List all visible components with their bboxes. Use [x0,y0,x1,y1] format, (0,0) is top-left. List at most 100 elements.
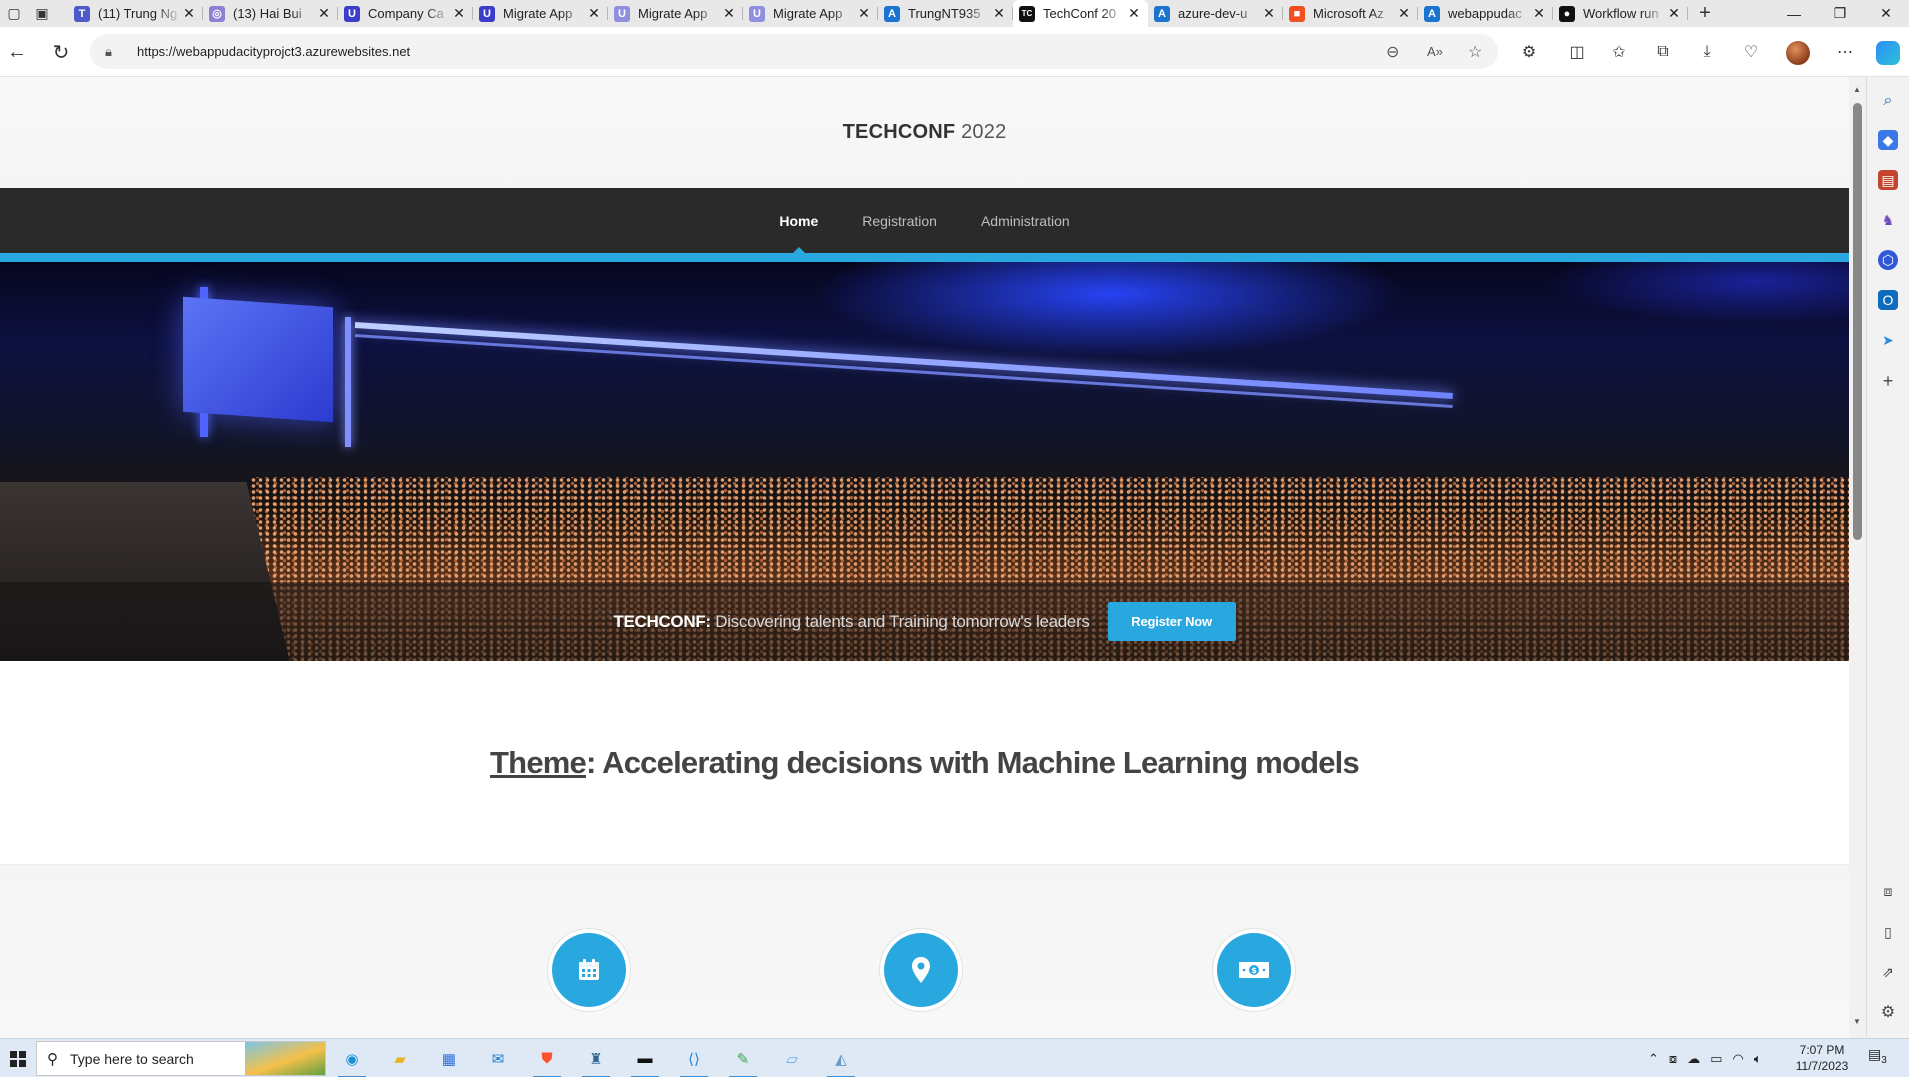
notepad-plus-icon[interactable]: ✎ [723,1043,763,1077]
close-tab-icon[interactable]: ✕ [1666,5,1682,22]
nav-link-administration[interactable]: Administration [959,188,1092,253]
site-logo[interactable]: TECHCONF 2022 [843,121,1007,144]
terminal-icon[interactable]: ▬ [625,1043,665,1077]
browser-tab-title: azure-dev-u [1178,6,1248,21]
address-bar[interactable]: 🔒︎ https://webappudacityprojct3.azureweb… [90,34,1498,69]
microsoft-365-icon[interactable]: ⬡ [1878,250,1898,270]
taskbar-search-box[interactable]: ⚲ Type here to search [36,1041,326,1076]
page-scrollbar[interactable]: ▲ ▼ [1849,77,1866,1038]
hide-sidebar-icon[interactable]: ▯ [1878,922,1898,942]
tab-actions-icon[interactable]: ▣ [28,0,56,27]
favorites-icon[interactable]: ✩ [1608,41,1630,63]
shopping-icon[interactable]: ◆ [1878,130,1898,150]
register-now-button[interactable]: Register Now [1107,602,1236,641]
browser-tab[interactable]: TC TechConf 20 ✕ [1013,0,1148,27]
more-menu-icon[interactable]: ⋯ [1834,41,1856,63]
battery-icon[interactable]: ▭ [1710,1051,1722,1067]
collections-icon[interactable]: ⧉ [1652,41,1674,63]
nav-link-registration[interactable]: Registration [840,188,959,253]
hero-tagline-brand: TECHCONF: [613,611,711,631]
external-link-icon[interactable]: ⇗ [1878,962,1898,982]
browser-tab[interactable]: T (11) Trung Ng ✕ [68,0,203,27]
url-text[interactable]: https://webappudacityprojct3.azurewebsit… [137,44,410,59]
zoom-out-icon[interactable]: ⊖ [1386,42,1399,62]
lock-icon[interactable]: 🔒︎ [105,44,121,60]
browser-tab[interactable]: ■ Microsoft Az ✕ [1283,0,1418,27]
nav-link-home[interactable]: Home [757,188,840,253]
split-screen-icon[interactable]: ◫ [1566,41,1588,63]
browser-tab[interactable]: ● Workflow run ✕ [1553,0,1688,27]
sidebar-settings-icon[interactable]: ⚙ [1878,1002,1898,1022]
minimize-button[interactable]: — [1771,0,1817,27]
close-tab-icon[interactable]: ✕ [1396,5,1412,22]
search-icon[interactable]: ⌕ [1878,91,1898,111]
drop-icon[interactable]: ➤ [1878,330,1898,350]
close-tab-icon[interactable]: ✕ [316,5,332,22]
file-explorer-icon[interactable]: ▰ [380,1043,420,1074]
browser-tab[interactable]: ◎ (13) Hai Bui ✕ [203,0,338,27]
new-tab-button[interactable]: + [1688,2,1722,25]
games-icon[interactable]: ♞ [1878,210,1898,230]
nav-accent-bar [0,253,1849,262]
taskbar-clock[interactable]: 7:07 PM 11/7/2023 [1790,1042,1854,1074]
vscode-icon[interactable]: ⟨⟩ [674,1043,714,1077]
read-aloud-icon[interactable]: A» [1427,44,1443,59]
profile-avatar[interactable] [1786,41,1810,65]
close-tab-icon[interactable]: ✕ [1531,5,1547,22]
add-sidebar-app-icon[interactable]: + [1878,371,1898,391]
workspaces-icon[interactable]: ▢ [0,0,28,27]
screenshot-icon[interactable]: ⧈ [1878,881,1898,901]
tools-icon[interactable]: ▤ [1878,170,1898,190]
browser-tab[interactable]: U Migrate App ✕ [608,0,743,27]
hero-light-beam [354,322,1453,399]
browser-tab[interactable]: Awebappudac ✕ [1418,0,1553,27]
refresh-icon[interactable]: ↻ [49,40,73,64]
app-icon[interactable]: ▱ [772,1043,812,1074]
favorite-star-icon[interactable]: ☆ [1468,42,1482,62]
scroll-up-arrow-icon[interactable]: ▲ [1853,85,1861,94]
browser-tab[interactable]: Aazure-dev-u ✕ [1148,0,1283,27]
notification-center-icon[interactable]: ▤3 [1868,1046,1896,1070]
browser-tab[interactable]: U Migrate App ✕ [743,0,878,27]
postgres-icon[interactable]: ♜ [576,1043,616,1077]
outlook-icon[interactable]: O [1878,290,1898,310]
logo-brand[interactable]: TECHCONF [843,121,956,143]
wifi-icon[interactable]: ◠ [1732,1051,1743,1067]
downloads-icon[interactable]: ⤓ [1696,41,1718,63]
browser-tab[interactable]: A TrungNT935 ✕ [878,0,1013,27]
browser-tab-title: Company Ca [368,6,444,21]
onedrive-icon[interactable]: ☁ [1687,1051,1700,1067]
browser-tab[interactable]: U Migrate App ✕ [473,0,608,27]
browser-essentials-icon[interactable]: ♡ [1740,41,1762,63]
calendar-feature-circle [552,933,626,1007]
close-tab-icon[interactable]: ✕ [721,5,737,22]
close-tab-icon[interactable]: ✕ [1261,5,1277,22]
tabs-container: T (11) Trung Ng ✕ ◎ (13) Hai Bui ✕ U Company Ca… [68,0,1688,27]
close-tab-icon[interactable]: ✕ [586,5,602,22]
restore-button[interactable]: ❐ [1817,0,1863,27]
scroll-down-arrow-icon[interactable]: ▼ [1853,1017,1861,1026]
tray-overflow-chevron-icon[interactable]: ⌃ [1648,1051,1659,1067]
close-tab-icon[interactable]: ✕ [856,5,872,22]
close-tab-icon[interactable]: ✕ [181,5,197,22]
volume-icon[interactable]: 🔈︎ [1754,1051,1762,1067]
store-icon[interactable]: ▦ [429,1043,469,1074]
azure-icon: A [1154,5,1170,22]
copilot-icon[interactable] [1876,41,1900,65]
tray-app-icon[interactable]: ⧇ [1669,1051,1677,1067]
close-tab-icon[interactable]: ✕ [451,5,467,22]
taskbar-search-placeholder[interactable]: Type here to search [70,1051,194,1067]
extensions-icon[interactable]: ⚙ [1518,41,1540,63]
mail-icon[interactable]: ✉ [478,1043,518,1074]
windows-start-icon[interactable] [0,1039,36,1077]
back-arrow-icon[interactable]: ← [5,40,29,64]
close-tab-icon[interactable]: ✕ [991,5,1007,22]
logo-year[interactable]: 2022 [961,121,1006,143]
app-icon[interactable]: ◭ [821,1043,861,1077]
close-window-button[interactable]: ✕ [1863,0,1909,27]
scrollbar-thumb[interactable] [1853,103,1862,540]
edge-taskbar-icon[interactable]: ◉ [332,1043,372,1077]
close-tab-icon[interactable]: ✕ [1126,5,1142,22]
browser-tab[interactable]: U Company Ca ✕ [338,0,473,27]
brave-icon[interactable]: ⛊ [527,1043,567,1077]
